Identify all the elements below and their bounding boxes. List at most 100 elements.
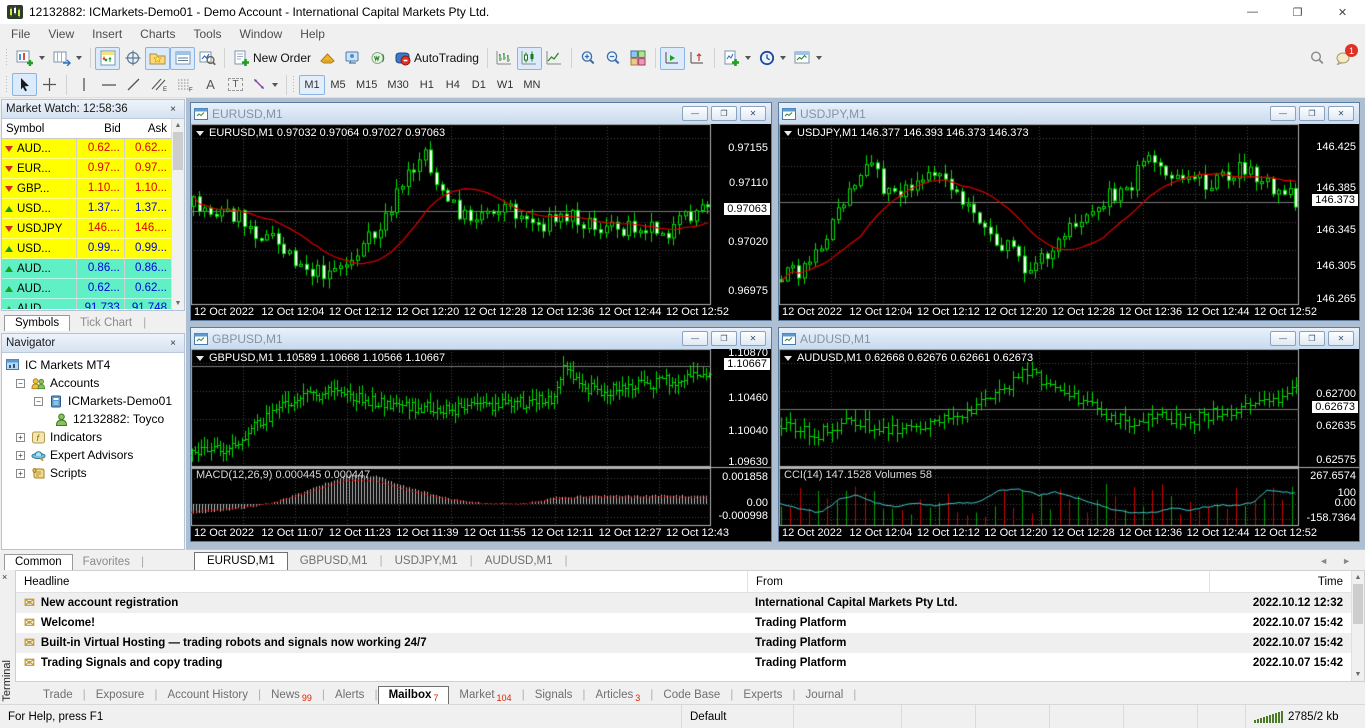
mailbox-row[interactable]: ✉New account registration International …: [16, 593, 1351, 613]
mailbox-row[interactable]: ✉Trading Signals and copy trading Tradin…: [16, 653, 1351, 673]
chart-window-usdjpy[interactable]: USDJPY,M1 — ❐ ✕ USDJPY,M1 146.377 146.39…: [778, 102, 1360, 321]
expand-icon[interactable]: +: [16, 451, 25, 460]
tab-signals[interactable]: Signals: [525, 687, 583, 704]
market-watch-row[interactable]: AUD 91.73391.748: [2, 299, 171, 309]
text-tool-button[interactable]: A: [198, 73, 223, 96]
chart-window-audusd[interactable]: AUDUSD,M1 — ❐ ✕ AUDUSD,M1 0.62668 0.6267…: [778, 327, 1360, 542]
tab-code-base[interactable]: Code Base: [653, 687, 730, 704]
scroll-up-icon[interactable]: ▲: [1352, 571, 1364, 584]
timeframe-m15-button[interactable]: M15: [351, 75, 382, 95]
tab-mailbox[interactable]: Mailbox7: [378, 686, 450, 704]
templates-button[interactable]: [790, 47, 826, 70]
mailbox-row[interactable]: ✉Welcome! Trading Platform 2022.10.07 15…: [16, 613, 1351, 633]
new-order-button[interactable]: New Order: [229, 47, 315, 70]
scroll-down-icon[interactable]: ▼: [172, 297, 184, 310]
tree-item-account-login[interactable]: 12132882: Toyco: [6, 410, 184, 428]
market-watch-row[interactable]: AUD... 0.86...0.86...: [2, 259, 171, 279]
chart-window-titlebar[interactable]: GBPUSD,M1 — ❐ ✕: [191, 328, 771, 349]
line-chart-style-button[interactable]: [542, 47, 567, 70]
tab-account-history[interactable]: Account History: [157, 687, 258, 704]
tab-news[interactable]: News99: [261, 687, 322, 704]
menu-charts[interactable]: Charts: [131, 24, 184, 44]
column-from[interactable]: From: [747, 571, 1209, 592]
trendline-button[interactable]: [121, 73, 146, 96]
tab-journal[interactable]: Journal: [796, 687, 854, 704]
scrollbar-thumb[interactable]: [1353, 584, 1363, 624]
column-headline[interactable]: Headline: [16, 576, 747, 588]
market-watch-row[interactable]: EUR... 0.97...0.97...: [2, 159, 171, 179]
collapse-icon[interactable]: −: [34, 397, 43, 406]
scrollbar-track[interactable]: [1352, 624, 1364, 668]
chart-restore-button[interactable]: ❐: [1299, 331, 1325, 346]
chart-minimize-button[interactable]: —: [682, 331, 708, 346]
column-ask[interactable]: Ask: [125, 123, 171, 135]
terminal-toggle[interactable]: [170, 47, 195, 70]
timeframe-m30-button[interactable]: M30: [382, 75, 413, 95]
data-window-toggle[interactable]: [120, 47, 145, 70]
close-button[interactable]: ✕: [1320, 0, 1365, 24]
cursor-tool-button[interactable]: [12, 73, 37, 96]
crosshair-tool-button[interactable]: [37, 73, 62, 96]
column-bid[interactable]: Bid: [77, 123, 125, 135]
tab-exposure[interactable]: Exposure: [86, 687, 155, 704]
chart-restore-button[interactable]: ❐: [711, 331, 737, 346]
chart-window-titlebar[interactable]: USDJPY,M1 — ❐ ✕: [779, 103, 1359, 124]
horizontal-line-button[interactable]: [96, 73, 121, 96]
strategy-tester-toggle[interactable]: [195, 47, 220, 70]
vertical-line-button[interactable]: [71, 73, 96, 96]
tab-articles[interactable]: Articles3: [586, 687, 651, 704]
market-watch-row[interactable]: USDJPY 146....146....: [2, 219, 171, 239]
menu-help[interactable]: Help: [291, 24, 334, 44]
tab-trade[interactable]: Trade: [33, 687, 83, 704]
chart-window-eurusd[interactable]: EURUSD,M1 — ❐ ✕ EURUSD,M1 0.97032 0.9706…: [190, 102, 772, 321]
chart-restore-button[interactable]: ❐: [711, 106, 737, 121]
menu-insert[interactable]: Insert: [83, 24, 131, 44]
zoom-out-button[interactable]: [601, 47, 626, 70]
chart-collapse-icon[interactable]: [784, 131, 792, 136]
search-icon[interactable]: [1309, 50, 1325, 66]
menu-window[interactable]: Window: [231, 24, 292, 44]
chart-close-button[interactable]: ✕: [740, 106, 766, 121]
indicators-button[interactable]: [719, 47, 755, 70]
autotrading-button[interactable]: AutoTrading: [390, 47, 483, 70]
periods-button[interactable]: [755, 47, 790, 70]
fibonacci-button[interactable]: F: [172, 73, 198, 96]
timeframe-m1-button[interactable]: M1: [299, 75, 325, 95]
new-chart-button[interactable]: [12, 47, 49, 70]
chart-window-gbpusd[interactable]: GBPUSD,M1 — ❐ ✕ GBPUSD,M1 1.10589 1.1066…: [190, 327, 772, 542]
tabs-scroll-left-icon[interactable]: ◄: [1319, 556, 1328, 566]
navigator-toggle[interactable]: [145, 47, 170, 70]
chart-collapse-icon[interactable]: [196, 356, 204, 361]
market-watch-row[interactable]: AUD... 0.62...0.62...: [2, 139, 171, 159]
navigator-close-icon[interactable]: ×: [166, 338, 180, 349]
mailbox-scrollbar[interactable]: ▲ ▼: [1351, 571, 1364, 681]
text-label-button[interactable]: T: [223, 73, 248, 96]
tree-item-account-server[interactable]: − ICMarkets-Demo01: [6, 392, 184, 410]
scrollbar-track[interactable]: [172, 170, 184, 297]
chart-tab-usdjpy[interactable]: USDJPY,M1: [383, 553, 470, 570]
maximize-button[interactable]: ❐: [1275, 0, 1320, 24]
market-watch-row[interactable]: USD... 1.37...1.37...: [2, 199, 171, 219]
toolbar-grip[interactable]: [292, 76, 296, 94]
tree-item-scripts[interactable]: + Scripts: [6, 464, 184, 482]
tab-alerts[interactable]: Alerts: [325, 687, 374, 704]
tree-item-accounts[interactable]: − Accounts: [6, 374, 184, 392]
metaeditor-button[interactable]: [315, 47, 340, 70]
chart-window-titlebar[interactable]: EURUSD,M1 — ❐ ✕: [191, 103, 771, 124]
timeframe-d1-button[interactable]: D1: [466, 75, 492, 95]
chart-canvas-usdjpy[interactable]: USDJPY,M1 146.377 146.393 146.373 146.37…: [779, 124, 1359, 320]
market-watch-close-icon[interactable]: ×: [166, 104, 180, 115]
chart-window-titlebar[interactable]: AUDUSD,M1 — ❐ ✕: [779, 328, 1359, 349]
signals-button[interactable]: [365, 47, 390, 70]
scroll-down-icon[interactable]: ▼: [1352, 668, 1364, 681]
chart-minimize-button[interactable]: —: [682, 106, 708, 121]
candlestick-style-button[interactable]: [517, 47, 542, 70]
menu-tools[interactable]: Tools: [185, 24, 231, 44]
chart-canvas-eurusd[interactable]: EURUSD,M1 0.97032 0.97064 0.97027 0.9706…: [191, 124, 771, 320]
toolbar-grip[interactable]: [5, 49, 9, 67]
chart-canvas-audusd[interactable]: AUDUSD,M1 0.62668 0.62676 0.62661 0.6267…: [779, 349, 1359, 541]
timeframe-m5-button[interactable]: M5: [325, 75, 351, 95]
toolbar-grip[interactable]: [5, 76, 9, 94]
chart-canvas-gbpusd[interactable]: GBPUSD,M1 1.10589 1.10668 1.10566 1.1066…: [191, 349, 771, 541]
market-watch-row[interactable]: USD... 0.99...0.99...: [2, 239, 171, 259]
